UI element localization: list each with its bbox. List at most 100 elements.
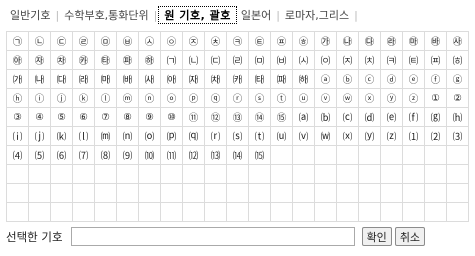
symbol-cell[interactable] — [270, 145, 293, 165]
symbol-cell[interactable]: ㉲ — [402, 31, 425, 51]
symbol-cell[interactable]: ㈂ — [204, 50, 227, 70]
symbol-cell[interactable] — [28, 164, 51, 184]
symbol-cell[interactable] — [182, 202, 205, 222]
symbol-cell[interactable]: ㈓ — [116, 69, 139, 89]
symbol-cell[interactable]: ⒫ — [160, 126, 183, 146]
symbol-cell[interactable] — [314, 183, 337, 203]
symbol-cell[interactable]: ㈙ — [248, 69, 271, 89]
symbol-cell[interactable] — [28, 183, 51, 203]
tab-roman-greek[interactable]: 로마자,그리스 — [281, 7, 353, 23]
symbol-cell[interactable]: ⒵ — [380, 126, 403, 146]
symbol-cell[interactable]: ⓟ — [182, 88, 205, 108]
symbol-cell[interactable]: ㈉ — [358, 50, 381, 70]
symbol-cell[interactable] — [138, 183, 161, 203]
symbol-cell[interactable]: ⒀ — [204, 145, 227, 165]
symbol-cell[interactable]: ⒁ — [226, 145, 249, 165]
symbol-cell[interactable]: ⒮ — [226, 126, 249, 146]
symbol-cell[interactable] — [402, 164, 425, 184]
symbol-cell[interactable] — [72, 164, 95, 184]
symbol-cell[interactable]: ㉶ — [28, 50, 51, 70]
symbol-cell[interactable]: ⓧ — [358, 88, 381, 108]
symbol-cell[interactable]: ⒣ — [446, 107, 469, 127]
symbol-cell[interactable] — [292, 202, 315, 222]
symbol-cell[interactable]: ⓤ — [292, 88, 315, 108]
symbol-cell[interactable] — [358, 164, 381, 184]
symbol-cell[interactable]: ㈑ — [72, 69, 95, 89]
symbol-cell[interactable]: ㉨ — [182, 31, 205, 51]
symbol-cell[interactable]: ⑿ — [182, 145, 205, 165]
symbol-cell[interactable]: ⒭ — [204, 126, 227, 146]
symbol-cell[interactable]: ㈏ — [28, 69, 51, 89]
symbol-cell[interactable] — [226, 202, 249, 222]
symbol-cell[interactable] — [292, 145, 315, 165]
symbol-cell[interactable]: ㉯ — [336, 31, 359, 51]
selected-symbol-input[interactable] — [70, 227, 355, 246]
symbol-cell[interactable]: ㉳ — [424, 31, 447, 51]
symbol-cell[interactable]: ㉷ — [50, 50, 73, 70]
symbol-cell[interactable] — [380, 145, 403, 165]
symbol-cell[interactable] — [270, 164, 293, 184]
symbol-cell[interactable]: ㉺ — [116, 50, 139, 70]
symbol-cell[interactable]: ⑬ — [226, 107, 249, 127]
symbol-cell[interactable]: ⓕ — [424, 69, 447, 89]
symbol-cell[interactable]: ㈇ — [314, 50, 337, 70]
symbol-cell[interactable]: ⑧ — [116, 107, 139, 127]
symbol-cell[interactable]: ㉤ — [94, 31, 117, 51]
symbol-cell[interactable]: ㈅ — [270, 50, 293, 70]
symbol-cell[interactable] — [270, 183, 293, 203]
symbol-cell[interactable] — [248, 202, 271, 222]
symbol-cell[interactable] — [204, 183, 227, 203]
symbol-cell[interactable]: ⑸ — [28, 145, 51, 165]
symbol-cell[interactable] — [424, 145, 447, 165]
symbol-cell[interactable] — [204, 202, 227, 222]
symbol-cell[interactable] — [116, 164, 139, 184]
symbol-cell[interactable]: ㉹ — [94, 50, 117, 70]
tab-circled-parenthesized[interactable]: 원 기호, 괄호 — [158, 6, 237, 24]
symbol-cell[interactable]: ㉰ — [358, 31, 381, 51]
symbol-cell[interactable]: ⑹ — [50, 145, 73, 165]
symbol-cell[interactable] — [336, 183, 359, 203]
symbol-cell[interactable]: ⒦ — [50, 126, 73, 146]
symbol-cell[interactable]: ㉩ — [204, 31, 227, 51]
symbol-cell[interactable]: ⑤ — [50, 107, 73, 127]
symbol-cell[interactable]: ㉬ — [270, 31, 293, 51]
symbol-cell[interactable] — [138, 202, 161, 222]
symbol-cell[interactable] — [424, 202, 447, 222]
symbol-cell[interactable]: ⓠ — [204, 88, 227, 108]
symbol-cell[interactable]: ⑦ — [94, 107, 117, 127]
symbol-cell[interactable] — [50, 202, 73, 222]
symbol-cell[interactable] — [160, 164, 183, 184]
symbol-cell[interactable] — [358, 145, 381, 165]
symbol-cell[interactable]: ⒝ — [314, 107, 337, 127]
symbol-cell[interactable]: ㈐ — [50, 69, 73, 89]
symbol-cell[interactable]: ㉧ — [160, 31, 183, 51]
symbol-cell[interactable]: ㉦ — [138, 31, 161, 51]
symbol-cell[interactable]: ⑪ — [182, 107, 205, 127]
symbol-cell[interactable]: ㈖ — [182, 69, 205, 89]
symbol-cell[interactable]: ⓝ — [138, 88, 161, 108]
symbol-cell[interactable]: ⑽ — [138, 145, 161, 165]
symbol-cell[interactable]: ⓐ — [314, 69, 337, 89]
symbol-cell[interactable] — [182, 183, 205, 203]
symbol-cell[interactable]: ⒱ — [292, 126, 315, 146]
symbol-cell[interactable] — [314, 164, 337, 184]
symbol-cell[interactable]: ㈃ — [226, 50, 249, 70]
symbol-cell[interactable]: ㈚ — [270, 69, 293, 89]
symbol-cell[interactable] — [446, 164, 469, 184]
symbol-cell[interactable]: ㉻ — [138, 50, 161, 70]
symbol-cell[interactable]: ⑵ — [424, 126, 447, 146]
symbol-cell[interactable]: ㈋ — [402, 50, 425, 70]
symbol-cell[interactable]: ⑼ — [116, 145, 139, 165]
symbol-cell[interactable]: ㈗ — [204, 69, 227, 89]
symbol-cell[interactable]: ⓢ — [248, 88, 271, 108]
symbol-cell[interactable] — [424, 164, 447, 184]
symbol-cell[interactable]: ⒜ — [292, 107, 315, 127]
symbol-cell[interactable] — [94, 202, 117, 222]
symbol-cell[interactable]: ㈁ — [182, 50, 205, 70]
symbol-cell[interactable]: ⒯ — [248, 126, 271, 146]
symbol-cell[interactable] — [336, 145, 359, 165]
symbol-cell[interactable]: ④ — [28, 107, 51, 127]
symbol-cell[interactable]: ⑥ — [72, 107, 95, 127]
symbol-cell[interactable] — [94, 164, 117, 184]
symbol-cell[interactable]: ㉴ — [446, 31, 469, 51]
